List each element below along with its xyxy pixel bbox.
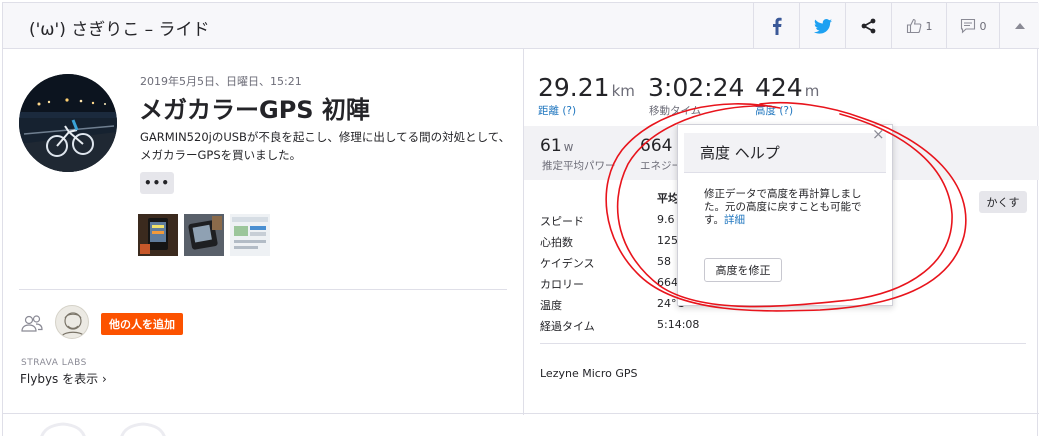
hide-button[interactable]: かくす	[979, 191, 1027, 213]
achievement-badge-icon	[33, 421, 93, 436]
distance-label[interactable]: 距離 (?)	[538, 103, 576, 118]
facebook-share-button[interactable]	[753, 3, 799, 49]
detail-row-value: 125	[657, 234, 678, 247]
activity-title: メガカラーGPS 初陣	[139, 96, 370, 124]
strava-labs-label: STRAVA LABS	[21, 358, 87, 368]
detail-row-label: 温度	[540, 299, 562, 312]
energy-stat: 664	[640, 136, 672, 156]
moving-time-value: 3:02:24	[648, 73, 745, 102]
details-link[interactable]: 詳細	[724, 214, 745, 226]
add-others-button[interactable]: 他の人を追加	[101, 313, 183, 335]
more-button[interactable]: •••	[140, 172, 174, 194]
kudos-button[interactable]: 1	[891, 3, 946, 49]
photo-thumbnail[interactable]	[230, 214, 270, 256]
activity-description: GARMIN520jのUSBが不良を起こし、修理に出してる間の対処として、メガカ…	[140, 130, 511, 162]
details-column-header: 平均	[657, 192, 679, 205]
distance-stat: 29.21 km	[538, 73, 635, 102]
group-member-avatar[interactable]	[55, 305, 89, 339]
fix-elevation-button[interactable]: 高度を修正	[704, 258, 782, 282]
photo-thumbnail[interactable]	[138, 214, 178, 256]
avg-power-stat: 61 w	[540, 136, 573, 156]
activity-date: 2019年5月5日、日曜日、15:21	[140, 75, 302, 88]
moving-time-label: 移動タイム	[649, 105, 702, 117]
activity-header: ('ω') さぎりこ – ライド 1 0	[3, 3, 1039, 49]
energy-value: 664	[640, 136, 673, 156]
comments-button[interactable]: 0	[946, 3, 999, 49]
achievement-badge-icon	[113, 421, 173, 436]
share-button[interactable]	[845, 3, 891, 49]
detail-row-label: ケイデンス	[540, 257, 595, 270]
distance-value: 29.21	[538, 73, 610, 102]
facebook-icon	[772, 17, 782, 35]
section-divider	[19, 289, 507, 290]
kudos-count: 1	[925, 19, 933, 33]
share-icon	[861, 18, 876, 34]
detail-row-label: カロリー	[540, 278, 584, 291]
comment-count: 0	[979, 19, 987, 33]
twitter-share-button[interactable]	[799, 3, 845, 49]
avg-power-label: 推定平均パワー	[542, 160, 616, 172]
detail-row-value: 9.6	[657, 213, 675, 226]
elevation-value: 424	[755, 73, 803, 102]
avg-power-value: 61	[540, 136, 562, 156]
athlete-avatar[interactable]	[19, 74, 117, 172]
caret-up-icon	[1014, 23, 1025, 29]
popover-title: 高度 ヘルプ	[700, 144, 780, 162]
detail-row-label: 経過タイム	[540, 320, 595, 333]
detail-row-label: スピード	[540, 215, 584, 228]
page-title: ('ω') さぎりこ – ライド	[29, 20, 210, 40]
twitter-icon	[813, 18, 832, 34]
detail-row-label: 心拍数	[540, 236, 573, 249]
avg-power-unit: w	[563, 140, 574, 154]
flybys-link[interactable]: Flybys を表示 ›	[20, 370, 107, 387]
elevation-help-popover: 高度 ヘルプ × 修正データで高度を再計算しました。元の高度に戻すことも可能です…	[677, 124, 893, 306]
distance-unit: km	[611, 82, 635, 100]
elevation-stat: 424 m	[755, 73, 819, 102]
elevation-label[interactable]: 高度 (?)	[755, 103, 793, 118]
column-divider	[523, 49, 524, 415]
thumbs-up-icon	[906, 18, 921, 34]
activity-card: ('ω') さぎりこ – ライド 1 0 2019年5月5日、日曜日、15:21…	[2, 2, 1039, 436]
detail-row-value: 664	[657, 276, 678, 289]
group-icon	[21, 315, 43, 336]
comment-icon	[960, 18, 975, 34]
energy-label: エネジー	[640, 160, 682, 172]
section-divider	[540, 343, 1026, 344]
popover-body: 修正データで高度を再計算しました。元の高度に戻すことも可能です。詳細	[704, 188, 868, 227]
detail-row-value: 5:14:08	[657, 318, 700, 331]
device-name: Lezyne Micro GPS	[540, 367, 638, 380]
close-icon[interactable]: ×	[872, 125, 885, 143]
moving-time-stat: 3:02:24	[648, 73, 744, 102]
detail-row-value: 58	[657, 255, 671, 268]
section-divider	[3, 413, 1039, 414]
photo-thumbnail[interactable]	[184, 214, 224, 256]
elevation-unit: m	[804, 82, 820, 100]
collapse-button[interactable]	[999, 3, 1039, 49]
